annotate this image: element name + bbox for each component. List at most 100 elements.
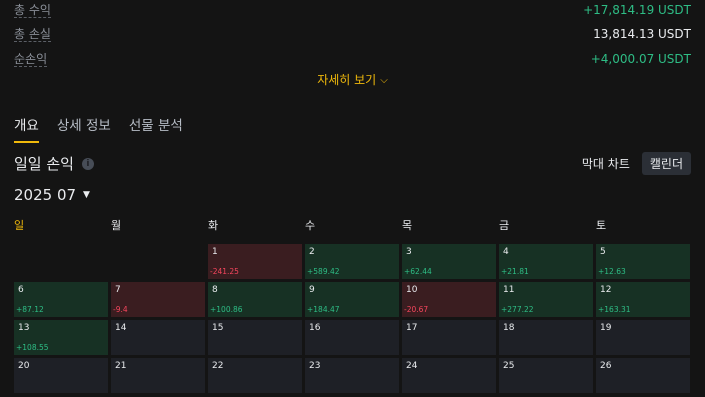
view-details-label: 자세히 보기 xyxy=(317,73,377,87)
chevron-down-icon: ⌵ xyxy=(380,75,388,86)
bar-chart-toggle[interactable]: 막대 차트 xyxy=(574,152,638,175)
calendar-day-number: 26 xyxy=(600,361,612,371)
net-pnl-label[interactable]: 순손익 xyxy=(14,52,48,67)
calendar-day-number: 25 xyxy=(503,361,515,371)
summary-row-net-pnl: 순손익 +4,000.07 USDT xyxy=(14,49,691,69)
calendar-day-cell[interactable]: 20 xyxy=(14,358,108,393)
calendar-day-pnl: -20.67 xyxy=(404,305,429,314)
calendar-day-number: 11 xyxy=(503,285,515,295)
tab-overview[interactable]: 개요 xyxy=(14,114,39,143)
calendar-day-number: 6 xyxy=(18,285,24,295)
calendar-day-cell[interactable]: 16 xyxy=(305,320,399,355)
calendar-day-number: 10 xyxy=(406,285,418,295)
daily-pnl-title: 일일 손익 xyxy=(14,155,74,173)
calendar-day-number: 19 xyxy=(600,323,612,333)
calendar-day-number: 21 xyxy=(115,361,127,371)
tab-bar: 개요 상세 정보 선물 분석 xyxy=(14,114,183,143)
calendar-day-number: 24 xyxy=(406,361,418,371)
calendar-day-cell[interactable]: 19 xyxy=(596,320,690,355)
view-details-link[interactable]: 자세히 보기 ⌵ xyxy=(0,71,705,88)
calendar-day-cell[interactable]: 15 xyxy=(208,320,302,355)
calendar-day-number: 16 xyxy=(309,323,321,333)
net-pnl-value: +4,000.07 USDT xyxy=(590,52,691,66)
total-profit-label[interactable]: 총 수익 xyxy=(14,3,51,18)
calendar-day-cell[interactable]: 26 xyxy=(596,358,690,393)
calendar-day-pnl: -241.25 xyxy=(210,267,239,276)
calendar-day-number: 17 xyxy=(406,323,418,333)
daily-pnl-title-wrap: 일일 손익 i xyxy=(14,153,94,174)
total-loss-label[interactable]: 총 손실 xyxy=(14,27,51,42)
calendar-day-cell[interactable]: 6 +87.12 xyxy=(14,282,108,317)
calendar-day-cell[interactable]: 18 xyxy=(499,320,593,355)
calendar-day-number: 9 xyxy=(309,285,315,295)
view-toggle: 막대 차트 캘린더 xyxy=(574,152,691,175)
calendar-day-number: 8 xyxy=(212,285,218,295)
calendar-day-cell[interactable]: 4 +21.81 xyxy=(499,244,593,279)
calendar-day-number: 4 xyxy=(503,247,509,257)
calendar-day-cell[interactable]: 24 xyxy=(402,358,496,393)
calendar-empty-cell xyxy=(14,244,108,279)
calendar-day-cell[interactable]: 7 -9.4 xyxy=(111,282,205,317)
calendar-day-number: 20 xyxy=(18,361,30,371)
calendar-day-number: 18 xyxy=(503,323,515,333)
calendar-day-number: 5 xyxy=(600,247,606,257)
tab-futures-analysis[interactable]: 선물 분석 xyxy=(129,114,183,143)
calendar-grid: 1 -241.25 2 +589.42 3 +62.44 4 +21.81 5 +12.63 6 +8… xyxy=(14,244,690,393)
summary-row-total-profit: 총 수익 +17,814.19 USDT xyxy=(14,0,691,20)
weekday-tue: 화 xyxy=(208,219,219,232)
weekday-sun: 일 xyxy=(14,219,25,232)
calendar-day-number: 2 xyxy=(309,247,315,257)
total-loss-value: 13,814.13 USDT xyxy=(593,27,691,41)
calendar-day-pnl: -9.4 xyxy=(113,305,128,314)
weekday-fri: 금 xyxy=(499,219,510,232)
calendar-day-cell[interactable]: 1 -241.25 xyxy=(208,244,302,279)
calendar-day-cell[interactable]: 10 -20.67 xyxy=(402,282,496,317)
total-profit-value: +17,814.19 USDT xyxy=(583,3,691,17)
info-icon[interactable]: i xyxy=(81,157,94,170)
weekday-thu: 목 xyxy=(402,219,413,232)
calendar-day-pnl: +21.81 xyxy=(501,267,529,276)
calendar-day-pnl: +163.31 xyxy=(598,305,631,314)
calendar-day-number: 22 xyxy=(212,361,224,371)
weekday-mon: 월 xyxy=(111,219,122,232)
calendar-day-cell[interactable]: 9 +184.47 xyxy=(305,282,399,317)
caret-down-icon: ▼ xyxy=(83,190,90,200)
calendar-day-cell[interactable]: 23 xyxy=(305,358,399,393)
calendar-day-pnl: +589.42 xyxy=(307,267,340,276)
calendar-day-cell[interactable]: 11 +277.22 xyxy=(499,282,593,317)
summary-row-total-loss: 총 손실 13,814.13 USDT xyxy=(14,24,691,44)
calendar-day-cell[interactable]: 14 xyxy=(111,320,205,355)
calendar-day-pnl: +277.22 xyxy=(501,305,534,314)
calendar-day-cell[interactable]: 13 +108.55 xyxy=(14,320,108,355)
calendar-day-pnl: +62.44 xyxy=(404,267,432,276)
calendar-day-cell[interactable]: 21 xyxy=(111,358,205,393)
calendar-day-cell[interactable]: 25 xyxy=(499,358,593,393)
calendar-day-pnl: +12.63 xyxy=(598,267,626,276)
calendar-day-pnl: +108.55 xyxy=(16,343,49,352)
calendar-day-number: 12 xyxy=(600,285,612,295)
calendar-toggle[interactable]: 캘린더 xyxy=(641,152,691,175)
calendar-day-cell[interactable]: 17 xyxy=(402,320,496,355)
tab-details[interactable]: 상세 정보 xyxy=(57,114,111,143)
calendar-day-number: 14 xyxy=(115,323,127,333)
weekday-header: 일 월 화 수 목 금 토 xyxy=(14,217,693,233)
calendar-day-number: 7 xyxy=(115,285,121,295)
calendar-day-cell[interactable]: 2 +589.42 xyxy=(305,244,399,279)
calendar-day-cell[interactable]: 8 +100.86 xyxy=(208,282,302,317)
calendar-day-number: 13 xyxy=(18,323,30,333)
weekday-wed: 수 xyxy=(305,219,316,232)
month-selector[interactable]: 2025 07 ▼ xyxy=(14,186,90,204)
calendar-day-pnl: +87.12 xyxy=(16,305,44,314)
calendar-day-pnl: +184.47 xyxy=(307,305,340,314)
calendar-day-pnl: +100.86 xyxy=(210,305,243,314)
calendar-day-number: 3 xyxy=(406,247,412,257)
calendar-day-number: 15 xyxy=(212,323,224,333)
calendar-day-cell[interactable]: 22 xyxy=(208,358,302,393)
calendar-day-cell[interactable]: 12 +163.31 xyxy=(596,282,690,317)
weekday-sat: 토 xyxy=(596,219,607,232)
calendar-day-number: 23 xyxy=(309,361,321,371)
calendar-empty-cell xyxy=(111,244,205,279)
calendar-day-number: 1 xyxy=(212,247,218,257)
calendar-day-cell[interactable]: 5 +12.63 xyxy=(596,244,690,279)
calendar-day-cell[interactable]: 3 +62.44 xyxy=(402,244,496,279)
